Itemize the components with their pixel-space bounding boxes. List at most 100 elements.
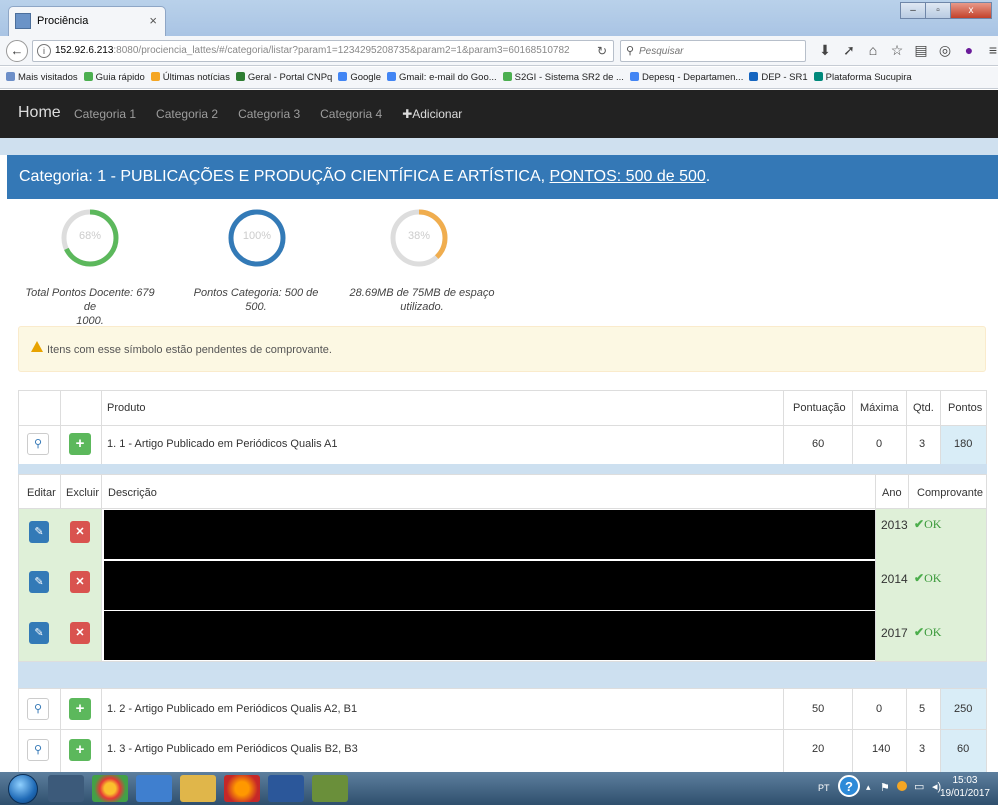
search-box[interactable]: ⚲ — [620, 40, 806, 62]
home-icon[interactable]: ⌂ — [862, 42, 884, 59]
bookmark-item[interactable]: Google — [338, 67, 381, 83]
row-produto: 1. 3 - Artigo Publicado em Periódicos Qu… — [107, 743, 358, 755]
clock-date: 19/01/2017 — [939, 788, 990, 799]
row-qtd: 3 — [919, 743, 926, 755]
bookmark-label: Guia rápido — [95, 72, 145, 83]
bookmark-label: Plataforma Sucupira — [825, 72, 912, 83]
window-close-button[interactable]: x — [950, 2, 992, 19]
row-maxima: 0 — [876, 703, 883, 715]
clock-time: 15:03 — [952, 775, 978, 786]
browser-tab[interactable]: Prociência × — [8, 6, 166, 36]
add-item-button[interactable]: + — [69, 739, 91, 761]
bookmark-item[interactable]: Plataforma Sucupira — [813, 67, 912, 83]
bookmark-label: S2GI - Sistema SR2 de ... — [514, 72, 624, 83]
taskbar-ie-icon[interactable] — [136, 775, 172, 802]
nav-categoria-2[interactable]: Categoria 2 — [156, 107, 218, 121]
points-link[interactable]: PONTOS: 500 de 500 — [550, 168, 706, 185]
edit-button[interactable]: ✎ — [29, 571, 49, 593]
taskbar-firefox-icon[interactable] — [224, 775, 260, 802]
nav-links: Categoria 1 Categoria 2 Categoria 3 Cate… — [74, 107, 482, 121]
edit-button[interactable]: ✎ — [29, 622, 49, 644]
caption-storage-line2: utilizado. — [400, 301, 444, 313]
bookmark-item[interactable]: Geral - Portal CNPq — [235, 67, 332, 83]
nav-categoria-4[interactable]: Categoria 4 — [320, 107, 382, 121]
nav-add-link[interactable]: ✚Adicionar — [402, 107, 462, 121]
app-navbar: Home Categoria 1 Categoria 2 Categoria 3… — [0, 90, 998, 138]
bookmark-icon — [386, 72, 396, 81]
download-icon[interactable]: ⬇ — [814, 42, 836, 59]
minimize-button[interactable]: – — [900, 2, 926, 19]
browser-navbar: ← i 152.92.6.213:8080/prociencia_lattes/… — [0, 36, 998, 66]
info-icon[interactable]: i — [37, 44, 51, 58]
clipboard-icon[interactable]: ▤ — [910, 42, 932, 59]
bookmark-item[interactable]: Mais visitados — [6, 67, 78, 83]
progress-circle-category: 100% — [227, 208, 287, 268]
progress-percent-category: 100% — [242, 230, 272, 242]
view-details-button[interactable]: ⚲ — [27, 739, 49, 761]
sync-icon[interactable]: ◎ — [934, 42, 956, 59]
zoom-icon: ⚲ — [33, 438, 43, 450]
flag-icon[interactable]: ⚑ — [880, 781, 890, 794]
pencil-icon: ✎ — [34, 576, 44, 588]
delete-button[interactable]: ✕ — [70, 571, 90, 593]
progress-circle-total: 68% — [60, 208, 120, 268]
taskbar-word-icon[interactable] — [268, 775, 304, 802]
bookmark-item[interactable]: Últimas notícias — [150, 67, 230, 83]
bookmark-item[interactable]: DEP - SR1 — [749, 67, 808, 83]
caption-category-line1: Pontos Categoria: 500 de 500. — [193, 287, 319, 313]
extension-icon[interactable]: ● — [958, 42, 980, 59]
reload-icon[interactable]: ↻ — [597, 44, 607, 58]
row-pontos: 180 — [954, 438, 973, 450]
system-clock[interactable]: 15:03 19/01/2017 — [940, 774, 990, 800]
proof-status: ✔OK — [914, 625, 941, 640]
proof-status-text: OK — [924, 517, 942, 531]
taskbar-media-icon[interactable] — [48, 775, 84, 802]
start-button[interactable] — [8, 774, 38, 804]
taskbar-chrome-icon[interactable] — [92, 775, 128, 802]
site-favicon-icon — [15, 13, 31, 29]
network-icon[interactable]: ▭ — [914, 780, 924, 793]
tray-expand-icon[interactable]: ▴ — [866, 782, 871, 793]
star-icon[interactable]: ☆ — [886, 42, 908, 59]
nav-categoria-1[interactable]: Categoria 1 — [74, 107, 136, 121]
bookmark-item[interactable]: Guia rápido — [83, 67, 145, 83]
delete-button[interactable]: ✕ — [70, 521, 90, 543]
redacted-description — [104, 510, 875, 559]
address-bar[interactable]: i 152.92.6.213:8080/prociencia_lattes/#/… — [32, 40, 614, 62]
table-col-line — [60, 688, 61, 772]
bookmark-item[interactable]: Gmail: e-mail do Goo... — [386, 67, 497, 83]
plus-icon: + — [75, 700, 85, 717]
help-icon[interactable]: ? — [838, 775, 860, 797]
row-pontuacao: 60 — [812, 438, 825, 450]
bookmark-label: Depesq - Departamen... — [641, 72, 744, 83]
progress-caption-total: Total Pontos Docente: 679 de 1000. — [20, 286, 160, 328]
bookmark-item[interactable]: Depesq - Departamen... — [629, 67, 744, 83]
view-details-button[interactable]: ⚲ — [27, 698, 49, 720]
nav-categoria-3[interactable]: Categoria 3 — [238, 107, 300, 121]
tray-app-icon[interactable] — [897, 781, 907, 791]
taskbar-app-icon[interactable] — [312, 775, 348, 802]
view-details-button[interactable]: ⚲ — [27, 433, 49, 455]
back-button[interactable]: ← — [6, 40, 28, 62]
bookmark-item[interactable]: S2GI - Sistema SR2 de ... — [502, 67, 624, 83]
tab-close-icon[interactable]: × — [149, 13, 157, 28]
browser-titlebar: Prociência × – ▫ x — [0, 0, 998, 36]
bookmark-icon — [83, 72, 93, 81]
menu-icon[interactable]: ≡ — [982, 42, 998, 59]
heading-suffix: . — [705, 168, 711, 185]
add-item-button[interactable]: + — [69, 433, 91, 455]
add-item-button[interactable]: + — [69, 698, 91, 720]
edit-button[interactable]: ✎ — [29, 521, 49, 543]
header-descricao: Descrição — [108, 487, 157, 499]
maximize-button[interactable]: ▫ — [925, 2, 951, 19]
nav-home-link[interactable]: Home — [18, 104, 61, 122]
search-input[interactable] — [639, 43, 799, 59]
caption-storage-line1: 28.69MB de 75MB de espaço — [349, 287, 495, 299]
language-indicator[interactable]: PT — [818, 783, 830, 793]
delete-button[interactable]: ✕ — [70, 622, 90, 644]
row-qtd: 5 — [919, 703, 926, 715]
bookmark-icon — [150, 72, 160, 81]
taskbar-folder-icon[interactable] — [180, 775, 216, 802]
send-icon[interactable]: ➚ — [838, 42, 860, 59]
proof-status-text: OK — [924, 625, 942, 639]
